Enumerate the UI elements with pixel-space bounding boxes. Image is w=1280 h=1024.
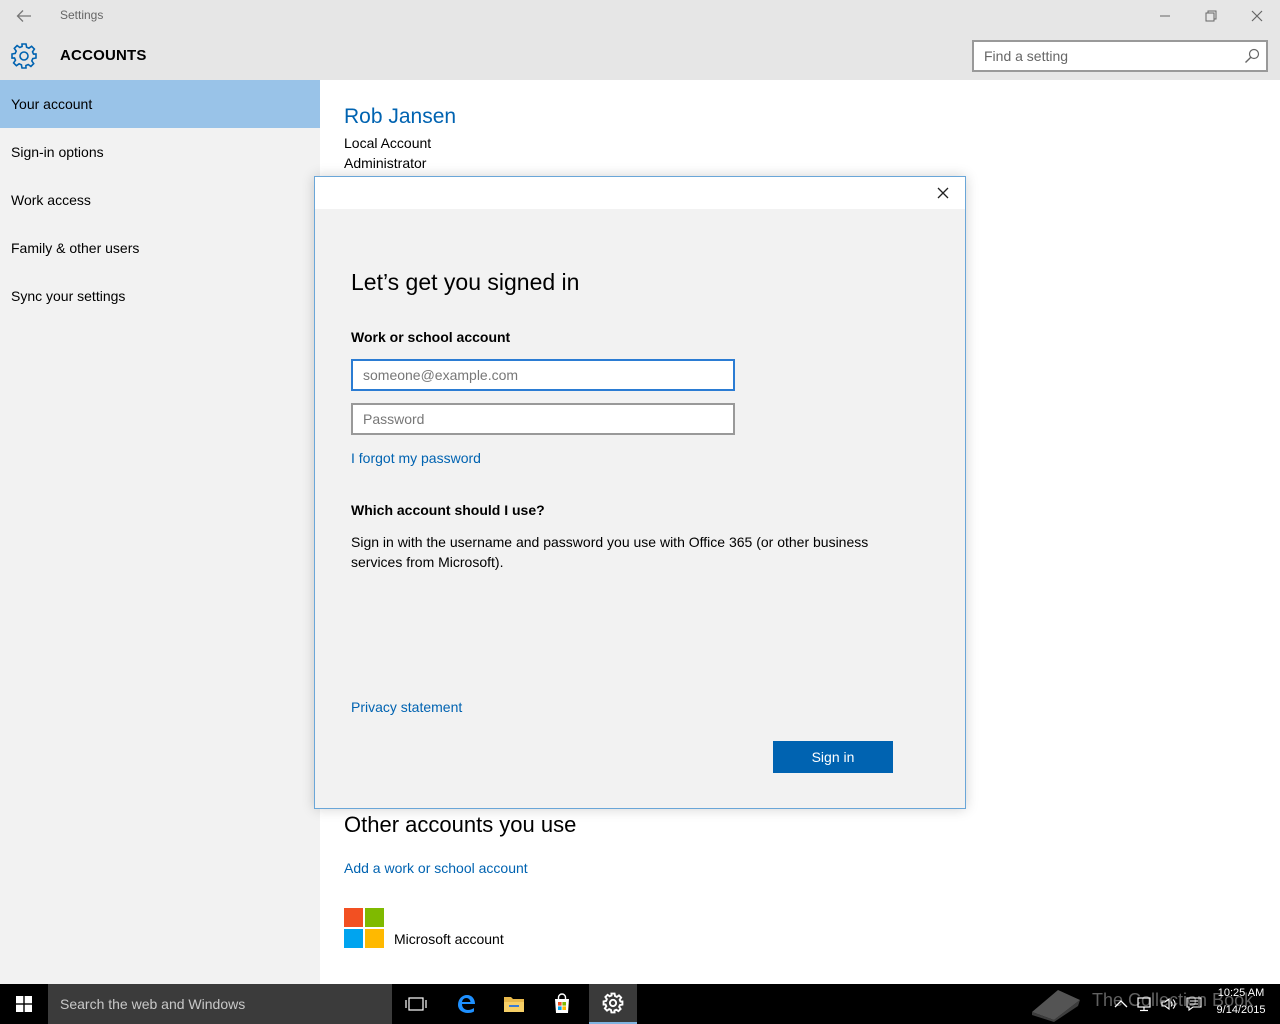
page-title: ACCOUNTS (60, 47, 147, 64)
store-button[interactable] (538, 984, 586, 1024)
watermark-book-icon (1032, 990, 1080, 1022)
dialog-heading: Let’s get you signed in (351, 269, 580, 295)
sidebar-item-family-other-users[interactable]: Family & other users (0, 224, 320, 272)
sidebar-item-label: Family & other users (11, 240, 140, 256)
sidebar: Your account Sign-in options Work access… (0, 80, 320, 984)
task-view-button[interactable] (392, 984, 440, 1024)
accounts-header: ACCOUNTS (0, 32, 1280, 80)
arrow-left-icon (16, 10, 31, 22)
user-name: Rob Jansen (344, 105, 457, 128)
windows-start-icon (16, 996, 32, 1012)
start-button[interactable] (0, 984, 48, 1024)
account-type: Local Account (344, 135, 432, 151)
sidebar-item-label: Sync your settings (11, 288, 126, 304)
back-button[interactable] (10, 4, 38, 28)
file-explorer-icon (504, 997, 524, 1012)
taskbar: Search the web and Windows The Collectio… (0, 984, 1280, 1024)
settings-taskbar-button[interactable] (589, 984, 637, 1024)
title-bar: Settings (0, 0, 1280, 32)
password-field[interactable] (353, 405, 733, 433)
sign-in-button[interactable]: Sign in (773, 741, 893, 773)
dialog-close-button[interactable] (931, 181, 955, 205)
sign-in-dialog: Let’s get you signed in Work or school a… (314, 176, 966, 809)
network-icon[interactable] (1136, 996, 1154, 1012)
sidebar-item-sign-in-options[interactable]: Sign-in options (0, 128, 320, 176)
chevron-up-icon[interactable] (1112, 996, 1130, 1012)
which-account-heading: Which account should I use? (351, 502, 545, 518)
which-account-description: Sign in with the username and password y… (351, 534, 869, 570)
sidebar-item-label: Sign-in options (11, 144, 104, 160)
taskbar-search-box[interactable]: Search the web and Windows (48, 984, 392, 1024)
forgot-password-link[interactable]: I forgot my password (351, 450, 481, 466)
password-field-wrapper (351, 403, 735, 435)
sidebar-item-label: Your account (11, 96, 93, 112)
sidebar-item-label: Work access (11, 192, 91, 208)
account-field-label: Work or school account (351, 329, 511, 345)
close-icon (937, 187, 949, 199)
other-accounts-heading: Other accounts you use (344, 812, 577, 837)
clock-time[interactable]: 10:25 AM (1214, 987, 1268, 999)
microsoft-logo-icon (344, 908, 384, 948)
task-view-icon (405, 997, 427, 1011)
search-box[interactable] (972, 40, 1268, 72)
account-role: Administrator (344, 155, 427, 171)
microsoft-account-label: Microsoft account (394, 931, 504, 947)
settings-gear-icon (602, 992, 624, 1014)
close-window-button[interactable] (1234, 0, 1280, 32)
store-icon (555, 993, 569, 1013)
email-field-wrapper (351, 359, 735, 391)
restore-button[interactable] (1188, 0, 1234, 32)
search-icon (1245, 48, 1260, 63)
add-work-account-link[interactable]: Add a work or school account (344, 860, 528, 876)
action-center-icon[interactable] (1185, 996, 1203, 1012)
dialog-title-bar (315, 177, 965, 209)
email-field[interactable] (353, 361, 733, 389)
file-explorer-button[interactable] (490, 984, 538, 1024)
volume-icon[interactable] (1160, 996, 1178, 1012)
minimize-button[interactable] (1142, 0, 1188, 32)
sidebar-item-your-account[interactable]: Your account (0, 80, 320, 128)
edge-button[interactable] (442, 984, 490, 1024)
taskbar-search-text: Search the web and Windows (60, 996, 246, 1012)
restore-icon (1205, 10, 1217, 22)
clock-date[interactable]: 9/14/2015 (1212, 1004, 1270, 1016)
privacy-statement-link[interactable]: Privacy statement (351, 699, 462, 715)
close-icon (1251, 10, 1263, 22)
sidebar-item-sync-settings[interactable]: Sync your settings (0, 272, 320, 320)
sidebar-item-work-access[interactable]: Work access (0, 176, 320, 224)
edge-icon (458, 995, 475, 1013)
gear-icon (11, 43, 37, 69)
window-title: Settings (60, 8, 104, 22)
minimize-icon (1160, 15, 1170, 17)
search-input[interactable] (974, 42, 1234, 70)
